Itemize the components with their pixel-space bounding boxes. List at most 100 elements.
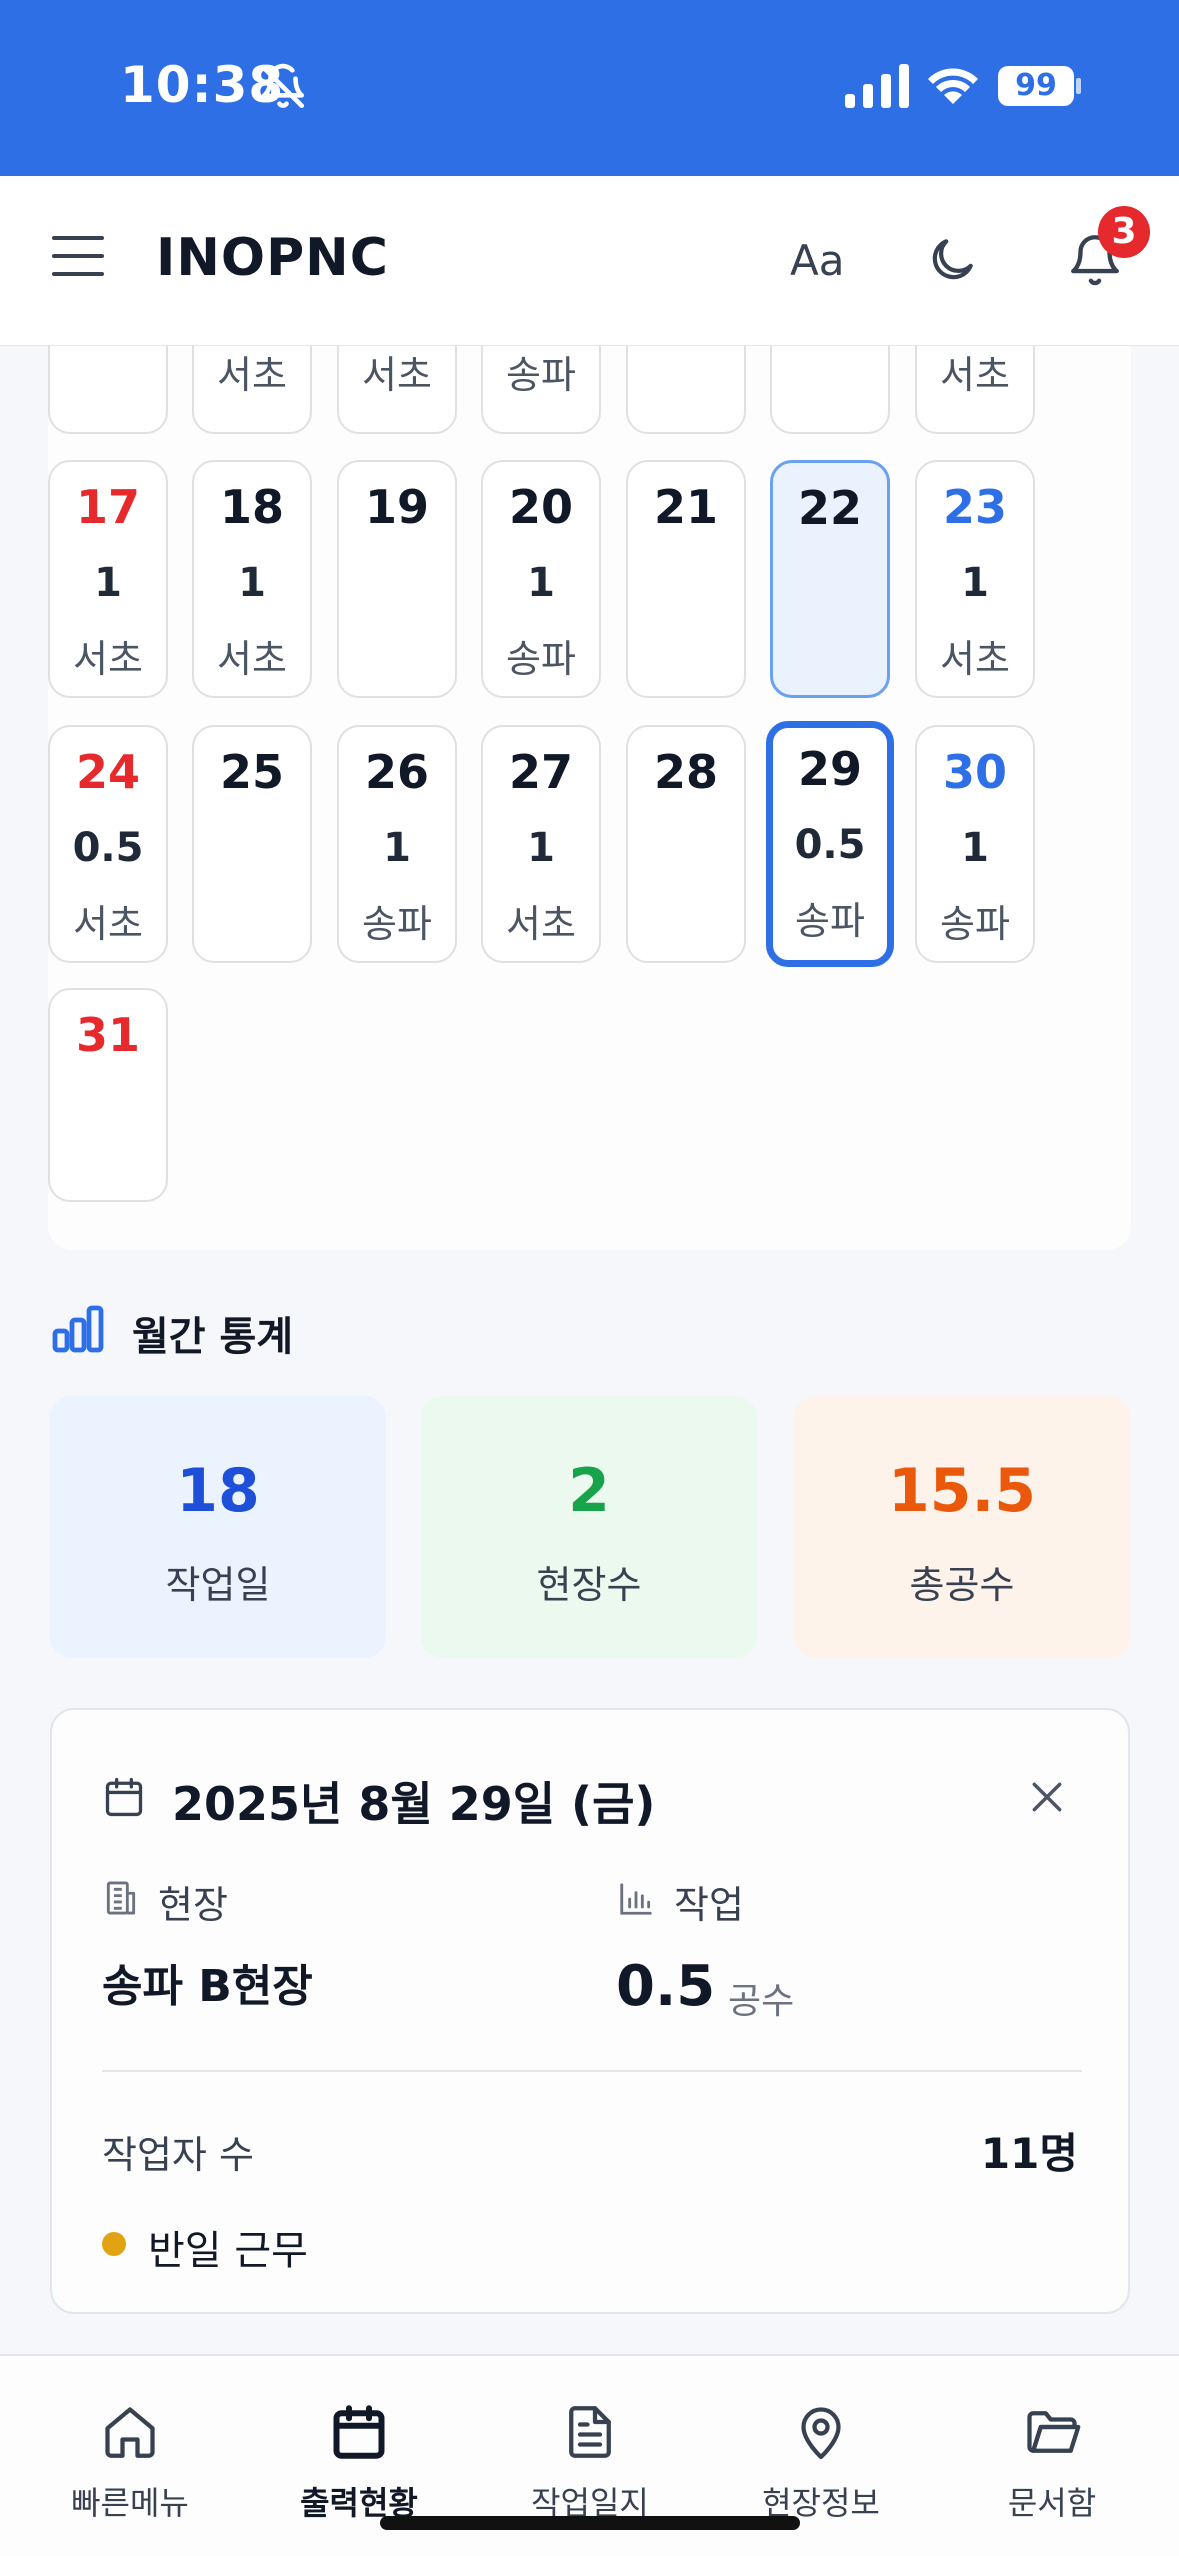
bar-chart-icon [52,1305,104,1353]
day-site-name: 송파 [940,902,1010,946]
day-manday-count: 1 [383,825,411,871]
day-number: 19 [364,480,429,534]
nav-quick-menu[interactable]: 빠른메뉴 [12,2356,248,2556]
stat-value: 18 [176,1456,260,1526]
day-manday-count: 1 [527,825,555,871]
day-site-name: 송파 [506,637,576,681]
day-manday-count: 0.5 [794,822,866,868]
close-icon[interactable] [1028,1778,1066,1816]
status-bar: 10:38 99 [0,0,1179,176]
stat-card-site-count: 2 현장수 [421,1396,757,1658]
day-manday-count: 1 [961,825,989,871]
calendar-day-19[interactable]: 19 [337,460,457,698]
battery-icon: 99 [998,66,1074,106]
day-number: 18 [219,480,284,534]
day-number: 20 [508,480,573,534]
stat-card-work-days: 18 작업일 [50,1396,386,1658]
workers-value: 11명 [980,2129,1078,2178]
day-manday-count: 1 [527,560,555,606]
stat-label: 작업일 [165,1563,271,1607]
day-site-name: 서초 [506,902,576,946]
font-size-button[interactable]: Aa [790,236,844,285]
nav-documents[interactable]: 문서함 [934,2356,1170,2556]
calendar-day-18[interactable]: 18 1 서초 [192,460,312,698]
day-number: 29 [797,742,862,796]
day-number: 31 [75,1008,140,1062]
day-site-name: 서초 [73,902,143,946]
building-icon [106,1881,136,1915]
stat-card-total-manday: 15.5 총공수 [794,1396,1130,1658]
day-number: 21 [653,480,718,534]
cellular-signal-icon [845,64,909,108]
day-number: 28 [653,745,718,799]
detail-date: 2025년 8월 29일 (금) [172,1777,656,1831]
day-site-name: 송파 [506,353,576,397]
calendar-day-30[interactable]: 30 1 송파 [915,725,1035,963]
day-number: 26 [364,745,429,799]
divider [102,2070,1082,2072]
calendar-day-20[interactable]: 20 1 송파 [481,460,601,698]
calendar-day-17[interactable]: 17 1 서초 [48,460,168,698]
site-label: 현장 [158,1883,228,1927]
home-indicator [380,2516,800,2530]
calendar-day-23[interactable]: 23 1 서초 [915,460,1035,698]
work-unit: 공수 [728,1981,795,2022]
day-number: 17 [75,480,140,534]
bar-chart-icon [620,1883,652,1915]
home-icon [105,2407,155,2458]
app-title: INOPNC [156,228,389,288]
calendar-day-21[interactable]: 21 [626,460,746,698]
map-pin-icon [801,2407,841,2460]
workers-label: 작업자 수 [102,2133,254,2177]
stat-label: 현장수 [536,1563,642,1607]
work-value: 0.5 [616,1954,716,2019]
day-number: 23 [942,480,1007,534]
calendar-day-28[interactable]: 28 [626,725,746,963]
day-manday-count: 1 [94,560,122,606]
day-manday-count: 1 [961,560,989,606]
calendar-day-27[interactable]: 27 1 서초 [481,725,601,963]
stat-label: 총공수 [909,1563,1015,1607]
moon-icon[interactable] [924,232,980,288]
day-detail-card: 2025년 8월 29일 (금) 현장 송파 B현장 작업 0.5 공수 작업자… [50,1708,1130,2314]
day-number: 30 [942,745,1007,799]
app-header: INOPNC Aa 3 [0,176,1179,346]
calendar-day-24[interactable]: 24 0.5 서초 [48,725,168,963]
nav-label: 빠른메뉴 [71,2484,189,2522]
calendar-day-26[interactable]: 26 1 송파 [337,725,457,963]
day-manday-count: 0.5 [72,825,144,871]
day-number: 27 [508,745,573,799]
bell-slash-icon [261,63,305,109]
stat-value: 2 [568,1456,610,1526]
calendar-card: 서초 서초 송파 서초 17 1 서초 18 1 서초 19 20 1 송파 21 22 23 1 서초 24 0.5 서… [48,300,1131,1250]
day-site-name: 서초 [940,353,1010,397]
day-number: 25 [219,745,284,799]
day-site-name: 서초 [362,353,432,397]
notification-badge: 3 [1098,206,1150,258]
work-status-text: 반일 근무 [148,2228,308,2274]
calendar-day-25[interactable]: 25 [192,725,312,963]
nav-label: 문서함 [1007,2484,1097,2522]
day-site-name: 서초 [217,353,287,397]
day-site-name: 서초 [940,637,1010,681]
calendar-icon [333,2405,385,2459]
document-icon [569,2406,611,2458]
calendar-day-29[interactable]: 29 0.5 송파 [766,721,894,967]
hamburger-menu-icon[interactable] [52,236,104,280]
monthly-stats-title: 월간 통계 [132,1314,294,1360]
day-site-name: 서초 [73,637,143,681]
calendar-icon [105,1777,143,1817]
day-site-name: 송파 [795,899,865,943]
wifi-icon [928,68,978,104]
stat-value: 15.5 [887,1456,1037,1526]
calendar-day-31[interactable]: 31 [48,988,168,1202]
battery-cap [1076,78,1081,94]
calendar-day-22[interactable]: 22 [770,460,890,698]
site-value: 송파 B현장 [102,1961,313,2012]
work-label: 작업 [674,1883,744,1927]
day-number: 22 [797,481,862,535]
status-dot [102,2232,126,2256]
day-number: 24 [75,745,140,799]
day-manday-count: 1 [238,560,266,606]
day-site-name: 송파 [362,902,432,946]
